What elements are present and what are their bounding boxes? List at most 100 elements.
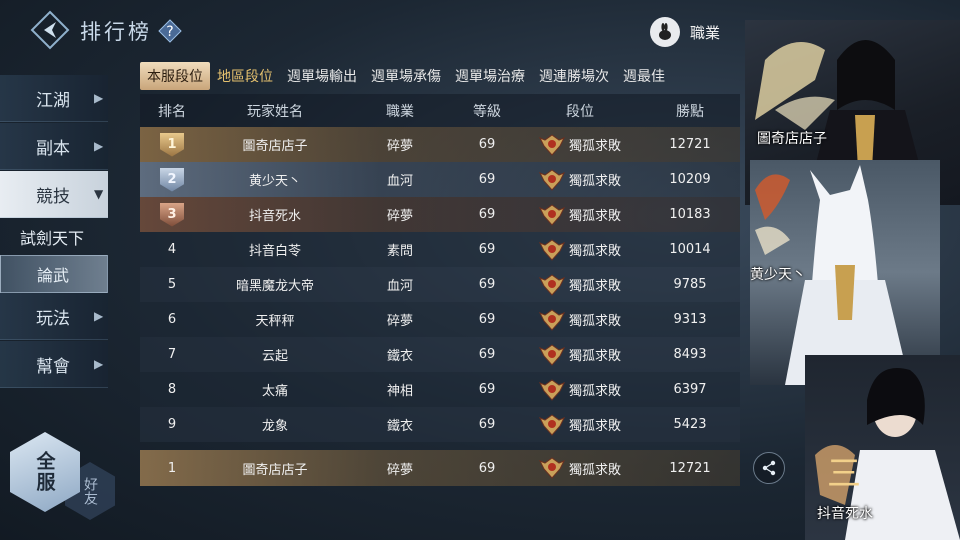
sidebar-item-dungeon[interactable]: 副本 ▶ (0, 123, 108, 170)
segment-label: 獨孤求敗 (568, 384, 621, 399)
sidebar-item-jianghu[interactable]: 江湖 ▶ (0, 75, 108, 122)
player-name-cell: 抖音死水 (248, 209, 301, 224)
job-cell: 血河 (386, 174, 413, 189)
segment-emblem-icon (538, 273, 565, 296)
scope-switch: 好友 全服 (10, 432, 115, 527)
table-row[interactable]: 8 太痛 神相 69 獨孤求敗 6397 (140, 372, 740, 407)
sidebar-subitem-lunwu[interactable]: 論武 (0, 255, 108, 293)
player-name-cell: 天秤秤 (255, 314, 295, 329)
table-row[interactable]: 9 龙象 鐵衣 69 獨孤求敗 5423 (140, 407, 740, 442)
segment-emblem-icon (538, 343, 565, 366)
table-row[interactable]: 7 云起 鐵衣 69 獨孤求敗 8493 (140, 337, 740, 372)
segment-cell: 獨孤求敗 (520, 273, 640, 296)
table-row[interactable]: 4 抖音白苓 素問 69 獨孤求敗 10014 (140, 232, 740, 267)
level-cell: 69 (478, 347, 496, 362)
tab-weekly-heal[interactable]: 週單場治療 (448, 62, 532, 90)
sidebar-item-arena[interactable]: 競技 ▼ (0, 171, 108, 218)
rank-number: 6 (167, 312, 177, 327)
job-cell: 鐵衣 (386, 419, 413, 434)
column-header: 段位 (566, 103, 594, 120)
tab-weekly-streak[interactable]: 週連勝場次 (532, 62, 616, 90)
sidebar-item-label: 幫會 (36, 356, 70, 377)
player-name-cell: 圖奇店店子 (242, 139, 308, 154)
points-cell: 12721 (669, 460, 711, 476)
share-button[interactable] (753, 452, 785, 484)
question-icon[interactable]: ? (158, 19, 182, 43)
points-cell: 10183 (669, 207, 711, 222)
segment-label: 獨孤求敗 (568, 279, 621, 294)
table-row[interactable]: 5 暗黑魔龙大帝 血河 69 獨孤求敗 9785 (140, 267, 740, 302)
player-name-cell: 云起 (261, 349, 288, 364)
rank-cell: 2 (140, 167, 204, 192)
segment-cell: 獨孤求敗 (520, 238, 640, 261)
rank-number: 9 (167, 417, 177, 432)
rank-cell: 3 (140, 202, 204, 227)
rank-2-portrait[interactable]: 黄少天丶 (750, 160, 940, 385)
rank-cell: 9 (140, 417, 204, 432)
table-row[interactable]: 6 天秤秤 碎夢 69 獨孤求敗 9313 (140, 302, 740, 337)
column-header: 職業 (386, 103, 414, 120)
sidebar-item-gameplay[interactable]: 玩法 ▶ (0, 293, 108, 340)
segment-label: 獨孤求敗 (568, 314, 621, 329)
rabbit-icon (650, 17, 680, 47)
level-cell: 69 (478, 460, 496, 476)
table-row[interactable]: 3 抖音死水 碎夢 69 獨孤求敗 10183 (140, 197, 740, 232)
job-filter-label: 職業 (690, 23, 721, 42)
rank-medal-icon: 1 (160, 132, 184, 157)
back-arrow-icon[interactable] (30, 10, 70, 50)
column-header: 玩家姓名 (247, 103, 303, 120)
table-row[interactable]: 1 圖奇店店子 碎夢 69 獨孤求敗 12721 (140, 127, 740, 162)
tab-region-segment[interactable]: 地區段位 (210, 62, 280, 90)
segment-label: 獨孤求敗 (568, 349, 621, 364)
points-cell: 5423 (673, 417, 707, 432)
sidebar-subitem-shijian[interactable]: 試劍天下 (0, 219, 108, 255)
player-name-cell: 太痛 (261, 384, 288, 399)
job-cell: 素問 (386, 244, 413, 259)
level-cell: 69 (478, 417, 496, 432)
level-cell: 69 (478, 242, 496, 257)
rank-cell: 1 (140, 132, 204, 157)
podium-name-1: 圖奇店店子 (757, 131, 827, 147)
job-cell: 碎夢 (386, 462, 413, 478)
segment-label: 獨孤求敗 (568, 462, 621, 478)
sidebar-item-guild[interactable]: 幫會 ▶ (0, 341, 108, 388)
chevron-right-icon: ▶ (94, 357, 104, 371)
rank-number: 5 (167, 277, 177, 292)
segment-cell: 獨孤求敗 (520, 308, 640, 331)
chevron-down-icon: ▼ (94, 187, 104, 201)
column-header: 排名 (158, 103, 186, 120)
rank-medal-icon: 2 (160, 167, 184, 192)
rank-cell: 8 (140, 382, 204, 397)
sidebar-item-label: 玩法 (36, 308, 70, 329)
rank-3-portrait[interactable]: 三 抖音死水 (805, 355, 960, 540)
rank-cell: 1 (167, 460, 177, 476)
tab-weekly-output[interactable]: 週單場輸出 (280, 62, 364, 90)
chevron-right-icon: ▶ (94, 91, 104, 105)
points-cell: 10014 (669, 242, 711, 257)
level-cell: 69 (478, 277, 496, 292)
segment-cell: 獨孤求敗 (520, 203, 640, 226)
podium-name-3: 抖音死水 (817, 506, 873, 522)
sidebar-item-label: 競技 (36, 186, 70, 207)
tab-weekly-tank[interactable]: 週單場承傷 (364, 62, 448, 90)
segment-emblem-icon (538, 308, 565, 331)
segment-emblem-icon (538, 378, 565, 401)
server-scope-label: 全服 (33, 451, 56, 493)
segment-label: 獨孤求敗 (568, 419, 621, 434)
points-cell: 9313 (673, 312, 707, 327)
points-cell: 12721 (669, 137, 711, 152)
tab-weekly-best[interactable]: 週最佳 (616, 62, 672, 90)
player-name-cell: 龙象 (261, 419, 288, 434)
table-row[interactable]: 2 黄少天丶 血河 69 獨孤求敗 10209 (140, 162, 740, 197)
segment-cell: 獨孤求敗 (520, 457, 640, 479)
level-cell: 69 (478, 172, 496, 187)
ranking-table: 排名 玩家姓名 職業 等級 段位 勝點 1 圖奇店店子 碎夢 69 獨孤求敗 12721 2… (140, 94, 740, 442)
segment-emblem-icon (538, 413, 565, 436)
my-ranking-row[interactable]: 1 圖奇店店子 碎夢 69 獨孤求敗 12721 (140, 450, 740, 486)
level-cell: 69 (478, 382, 496, 397)
segment-emblem-icon (538, 168, 565, 191)
tab-server-segment[interactable]: 本服段位 (140, 62, 210, 90)
job-filter-button[interactable]: 職業 (650, 16, 720, 48)
points-cell: 9785 (673, 277, 707, 292)
rank-number: 7 (167, 347, 177, 362)
